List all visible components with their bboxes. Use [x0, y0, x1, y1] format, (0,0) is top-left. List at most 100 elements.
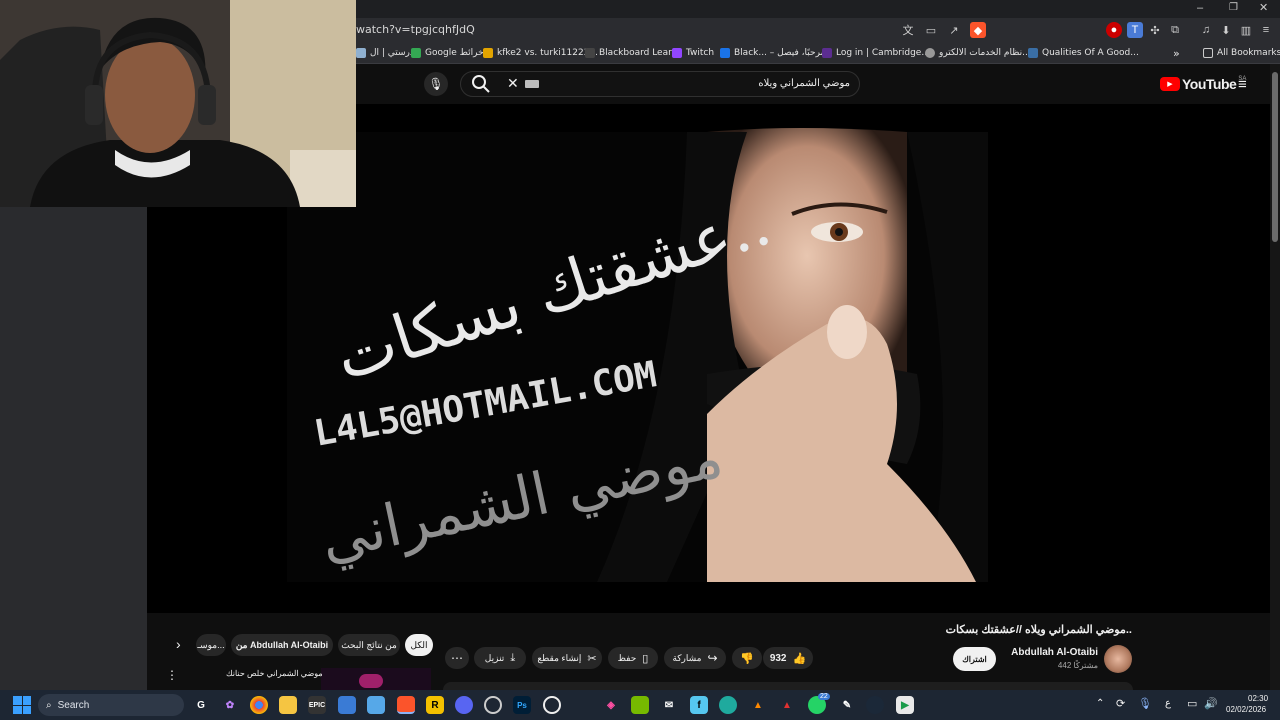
chips-scroll-arrow-icon[interactable]: › [176, 636, 181, 652]
tray-mic-icon[interactable]: 🎙 [1138, 697, 1152, 710]
folder-icon [1203, 48, 1213, 58]
app-pink-icon[interactable]: ◈ [602, 696, 620, 714]
app-pen-icon[interactable]: ✎ [838, 696, 856, 714]
steam-helper-icon[interactable] [484, 696, 502, 714]
chip-from-channel-label: من Abdullah Al-Otaibi [235, 639, 329, 650]
whatsapp-badge: 22 [818, 693, 830, 700]
youtube-logo[interactable]: ▶ YouTube SA [1160, 76, 1246, 92]
widget-flower-icon[interactable]: ✿ [221, 696, 239, 714]
globe-icon [925, 48, 935, 58]
rockstar-icon[interactable]: R [426, 696, 444, 714]
scrollbar-thumb[interactable] [1272, 72, 1278, 242]
taskbar-search-box[interactable]: ⌕ Search [38, 694, 184, 716]
bookmark-6[interactable]: Log in | Cambridge... [822, 46, 930, 60]
launcher-red-icon[interactable]: ▲ [778, 696, 796, 714]
like-button[interactable]: 932 👍 [763, 647, 813, 669]
brave-shield-icon[interactable]: ◆ [970, 22, 986, 38]
download-label: تنزيل [484, 652, 505, 663]
close-icon[interactable]: ✕ [1259, 1, 1268, 14]
tray-chevron-icon[interactable]: ⌃ [1096, 698, 1104, 709]
url-text[interactable]: watch?v=tpgjcqhfJdQ [356, 18, 475, 42]
discord-icon[interactable] [455, 696, 473, 714]
youtube-play-icon: ▶ [1160, 77, 1180, 91]
related-video-menu-icon[interactable]: ⋮ [166, 668, 178, 682]
channel-avatar[interactable] [1104, 645, 1132, 673]
bookmark-3[interactable]: Blackboard Learn [585, 46, 677, 60]
clock-date[interactable]: 02/02/2026 [1226, 705, 1266, 714]
chip-from-search[interactable]: من نتائج البحث [338, 634, 400, 656]
bookmark-4[interactable]: Twitch [672, 46, 714, 60]
minimize-icon[interactable]: – [1197, 2, 1203, 14]
all-bookmarks[interactable]: All Bookmarks [1203, 46, 1280, 60]
thumbs-up-icon: 👍 [792, 652, 807, 665]
file-explorer-icon[interactable] [279, 696, 297, 714]
notepad-icon[interactable] [367, 696, 385, 714]
brave-icon[interactable] [397, 696, 415, 714]
clock-time[interactable]: 02:30 [1248, 694, 1268, 703]
windows-start-icon[interactable] [13, 696, 31, 714]
bookmark-2[interactable]: kfke2 vs. turki11223... [483, 46, 598, 60]
language-indicator[interactable]: ع [1165, 698, 1171, 709]
capture-icon[interactable]: f [690, 696, 708, 714]
volume-icon[interactable]: 🔊 [1204, 697, 1218, 710]
restore-icon[interactable]: ❐ [1229, 2, 1238, 13]
photoshop-icon[interactable]: Ps [513, 696, 531, 714]
media-icon[interactable]: ♫ [1198, 22, 1214, 38]
mail-icon[interactable]: ✉ [660, 696, 678, 714]
save-button[interactable]: حفظ ▯ [608, 647, 658, 669]
chrome-icon[interactable] [250, 696, 268, 714]
blackboard-icon [585, 48, 595, 58]
clear-search-icon[interactable]: ✕ [507, 75, 519, 92]
menu-icon[interactable]: ≡ [1258, 22, 1274, 38]
subscribe-button[interactable]: اشتراك [953, 647, 996, 671]
share-button[interactable]: مشاركة ↪ [664, 647, 726, 669]
obs-icon[interactable] [543, 696, 561, 714]
adblock-extension-icon[interactable]: ● [1106, 22, 1122, 38]
tray-sync-icon[interactable]: ⟳ [1116, 697, 1125, 710]
chip-music[interactable]: موسـ... [196, 634, 226, 656]
bookmark-5[interactable]: Black... – مرحبًا، فيصل [720, 46, 825, 60]
bookmark-1[interactable]: Google خرائط [411, 46, 484, 60]
channel-name[interactable]: Abdullah Al-Otaibi [1011, 647, 1098, 658]
bookmark-8[interactable]: Qualities Of A Good... [1028, 46, 1139, 60]
search-query[interactable]: موضي الشمراني ويلاه [700, 71, 850, 97]
bookmark-7[interactable]: نظام الخدمات الالكترو... [925, 46, 1031, 60]
extensions-icon[interactable]: ✣ [1147, 22, 1163, 38]
bookmark-0[interactable]: مدرستي | ال [356, 46, 419, 60]
bookmarks-overflow[interactable]: » [1173, 46, 1180, 60]
chip-all[interactable]: الكل [405, 634, 433, 656]
search-icon[interactable] [470, 73, 492, 95]
chip-from-channel[interactable]: من Abdullah Al-Otaibi [231, 634, 333, 656]
more-actions-button[interactable]: ⋯ [445, 647, 469, 669]
download-icon[interactable]: ⬇ [1218, 22, 1234, 38]
cast-icon[interactable]: ▭ [923, 22, 939, 38]
network-icon[interactable]: ▭ [1187, 697, 1197, 710]
start-tile-2 [22, 696, 31, 705]
steam-icon[interactable] [866, 696, 884, 714]
guide-menu-icon[interactable]: ≡ [1238, 76, 1247, 93]
edge-icon[interactable] [719, 696, 737, 714]
clip-button[interactable]: إنشاء مقطع ✂ [532, 647, 602, 669]
map-pin-icon [411, 48, 421, 58]
translate-extension-icon[interactable]: T [1127, 22, 1143, 38]
vlc-icon[interactable]: ▲ [749, 696, 767, 714]
related-video-thumbnail[interactable] [321, 668, 431, 690]
share-icon[interactable]: ↗ [946, 22, 962, 38]
related-video-title[interactable]: موضي الشمراني خلص حنانك [226, 669, 323, 678]
translate-icon[interactable]: 文 [900, 22, 916, 38]
green-app-icon[interactable]: ▶ [896, 696, 914, 714]
keyboard-icon[interactable] [525, 80, 539, 88]
dislike-button[interactable]: 👎 [732, 647, 762, 669]
webcam-overlay [0, 0, 356, 207]
taskbar-search-icon: ⌕ [46, 699, 52, 711]
gx-icon[interactable]: G [192, 696, 210, 714]
thumbs-down-icon: 👎 [740, 652, 754, 665]
nvidia-icon[interactable] [631, 696, 649, 714]
ms-store-icon[interactable] [338, 696, 356, 714]
like-count: 932 [769, 652, 787, 664]
download-button[interactable]: تنزيل ⤓ [474, 647, 526, 669]
epic-games-icon[interactable]: EPIC [308, 696, 326, 714]
sidebar-icon[interactable]: ▥ [1238, 22, 1254, 38]
voice-search-icon[interactable]: 🎙 [424, 72, 448, 96]
screenshot-icon[interactable]: ⧉ [1167, 22, 1183, 38]
